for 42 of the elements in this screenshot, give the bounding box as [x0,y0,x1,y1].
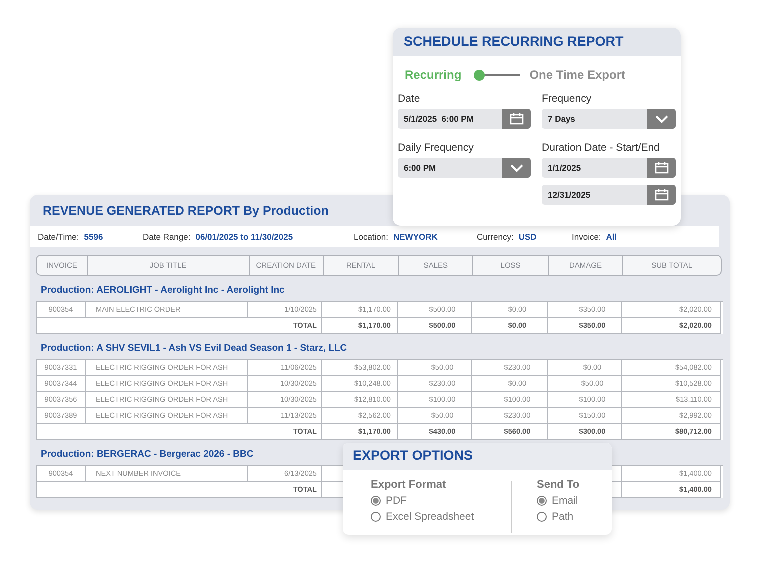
filter-label: Invoice: [572,232,602,242]
chevron-down-icon [510,164,524,172]
chevron-down-icon [654,114,668,124]
group-label: Send To [537,479,580,491]
filter-value: 06/01/2025 to 11/30/2025 [196,232,294,242]
group-label: Export Format [371,479,448,491]
calendar-icon [654,189,668,201]
calendar-icon [510,113,524,125]
filter-value: All [606,232,618,242]
mode-label[interactable]: One Time Export [530,68,626,82]
calendar-icon [654,162,668,174]
calendar-button[interactable] [502,109,531,129]
field-label: Frequency [542,93,593,105]
filter-label: Date Range: [143,232,191,242]
field-label: Daily Frequency [398,142,475,154]
dropdown-button[interactable] [502,158,531,178]
radio-label[interactable]: PDF [386,495,407,507]
filter-label: Date/Time: [38,232,80,242]
card-header: SCHEDULE RECURRING REPORT [393,28,681,56]
calendar-button[interactable] [647,185,676,205]
filter-value: NEWYORK [394,232,438,242]
field-label: Date [398,93,422,105]
dropdown-button[interactable] [647,109,676,129]
mode-label[interactable]: Recurring [405,68,462,82]
radio-label[interactable]: Excel Spreadsheet [386,511,474,523]
card-header: EXPORT OPTIONS [343,443,612,470]
radio-label[interactable]: Path [552,511,574,523]
filter-value: 5596 [84,232,104,242]
filter-label: Location: [354,232,388,242]
field-label: Duration Date - Start/End [542,142,661,154]
report-title: REVENUE GENERATED REPORT By Production [42,203,330,220]
filter-label: Currency: [477,232,514,242]
radio-button[interactable] [371,512,381,522]
group-title: Production: A SHV SEVIL1 - Ash VS Evil Dead Season 1 - Starz, LLC [40,342,348,356]
group-title: Production: BERGERAC - Bergerac 2026 - BBC [40,448,254,462]
calendar-button[interactable] [647,158,676,178]
group-title: Production: AEROLIGHT - Aerolight Inc - Aerolight Inc [40,284,285,298]
radio-button[interactable] [537,496,547,506]
radio-label[interactable]: Email [552,495,578,507]
radio-button[interactable] [537,512,547,522]
radio-button[interactable] [371,496,381,506]
filter-value: USD [518,232,537,242]
